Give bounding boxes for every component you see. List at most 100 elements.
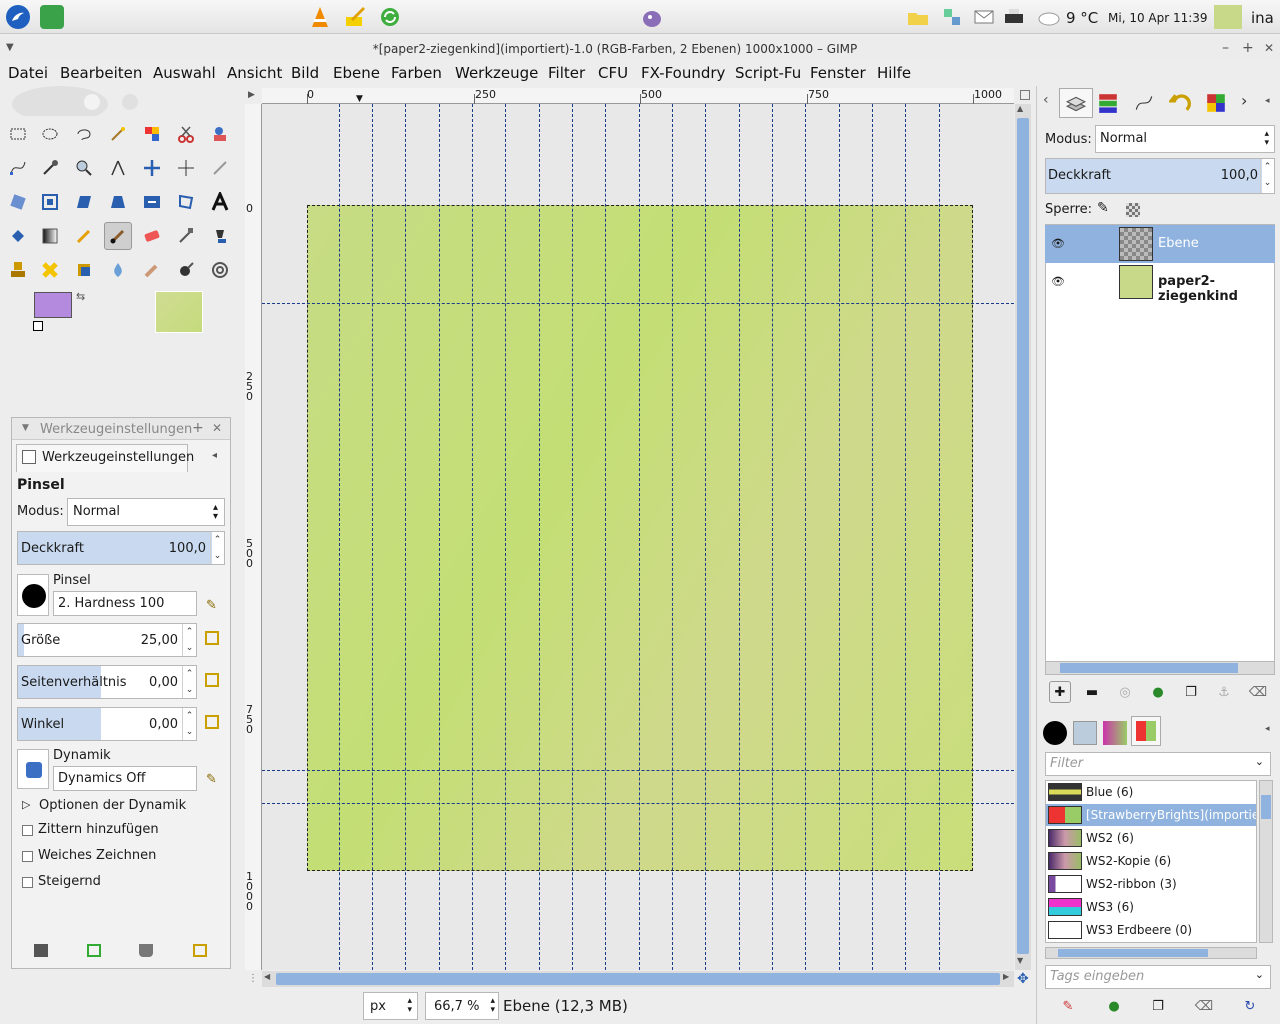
paintbrush-tool-icon[interactable] bbox=[104, 222, 132, 250]
image-canvas[interactable] bbox=[307, 205, 973, 871]
cage-tool-icon[interactable] bbox=[172, 188, 200, 216]
mode-select[interactable]: Normal ▴ ▾ bbox=[67, 498, 225, 526]
text-tool-icon[interactable] bbox=[206, 188, 234, 216]
channels-tab-icon[interactable] bbox=[1097, 92, 1119, 118]
guide-vertical[interactable] bbox=[739, 104, 740, 970]
eraser-tool-icon[interactable] bbox=[138, 222, 166, 250]
save-options-icon[interactable] bbox=[34, 944, 48, 957]
aspect-ratio-spin[interactable]: ⌃ ⌄ bbox=[182, 666, 196, 698]
horizontal-scroll-thumb[interactable] bbox=[276, 973, 1000, 985]
horizontal-ruler[interactable]: 0 250 500 750 1000 ▼ bbox=[262, 88, 1014, 104]
palettes-vscrollbar[interactable] bbox=[1259, 780, 1273, 943]
size-spin[interactable]: ⌃ ⌄ bbox=[182, 624, 196, 656]
app-launcher-icon[interactable] bbox=[40, 5, 64, 29]
jitter-checkbox[interactable] bbox=[22, 825, 33, 836]
color-tab-icon[interactable] bbox=[1205, 92, 1227, 118]
palettes-hscroll-thumb[interactable] bbox=[1058, 949, 1208, 957]
update-icon[interactable] bbox=[378, 5, 402, 29]
color-picker-tool-icon[interactable] bbox=[36, 154, 64, 182]
vlc-icon[interactable] bbox=[308, 5, 332, 29]
clock[interactable]: Mi, 10 Apr 11:39 bbox=[1108, 11, 1208, 25]
guide-vertical[interactable] bbox=[372, 104, 373, 970]
perspective-tool-icon[interactable] bbox=[104, 188, 132, 216]
collapse-icon[interactable]: ▼ bbox=[22, 423, 29, 433]
menu-fenster[interactable]: Fenster bbox=[810, 64, 866, 82]
dynamics-options-expander[interactable]: Optionen der Dynamik bbox=[39, 798, 186, 813]
brushes-tab-icon[interactable] bbox=[1043, 721, 1067, 745]
palette-item[interactable]: [StrawberryBrights](importie bbox=[1046, 804, 1256, 826]
raise-layer-icon[interactable]: ◎ bbox=[1114, 681, 1136, 703]
zoom-select[interactable]: 66,7 % ▴ ▾ bbox=[425, 992, 499, 1020]
guide-vertical[interactable] bbox=[672, 104, 673, 970]
palettes-vscroll-thumb[interactable] bbox=[1261, 795, 1271, 819]
new-palette-icon[interactable]: ● bbox=[1103, 995, 1125, 1017]
angle-reset-icon[interactable] bbox=[205, 715, 219, 729]
guide-vertical[interactable] bbox=[639, 104, 640, 970]
move-tool-icon[interactable] bbox=[138, 154, 166, 182]
palette-item[interactable]: WS3 (6) bbox=[1046, 896, 1256, 918]
filter-dropdown-icon[interactable]: ⌄ bbox=[1255, 755, 1264, 768]
menu-werkzeuge[interactable]: Werkzeuge bbox=[455, 64, 538, 82]
pidgin-icon[interactable] bbox=[640, 5, 664, 29]
layer-row[interactable]: 👁 paper2-ziegenkind bbox=[1045, 263, 1275, 304]
folder-icon[interactable] bbox=[906, 5, 930, 29]
guide-vertical[interactable] bbox=[939, 104, 940, 970]
menu-bild[interactable]: Bild bbox=[291, 64, 319, 82]
incremental-checkbox[interactable] bbox=[22, 877, 33, 888]
tab-palettes[interactable] bbox=[1131, 716, 1161, 746]
scroll-right-icon[interactable]: ▶ bbox=[1003, 972, 1009, 981]
menu-hilfe[interactable]: Hilfe bbox=[877, 64, 911, 82]
guide-horizontal[interactable] bbox=[262, 303, 1014, 304]
shear-tool-icon[interactable] bbox=[70, 188, 98, 216]
paths-tool-icon[interactable] bbox=[4, 154, 32, 182]
layers-hscrollbar[interactable] bbox=[1045, 661, 1275, 675]
aspect-ratio-slider[interactable]: Seitenverhältnis 0,00 ⌃ ⌄ bbox=[17, 665, 197, 699]
palettes-tab-menu-icon[interactable]: ◂ bbox=[1265, 724, 1270, 734]
menu-bearbeiten[interactable]: Bearbeiten bbox=[60, 64, 142, 82]
align-tool-icon[interactable] bbox=[172, 154, 200, 182]
aspect-ratio-reset-icon[interactable] bbox=[205, 673, 219, 687]
anchor-layer-icon[interactable]: ⚓ bbox=[1213, 681, 1235, 703]
layer-mode-select[interactable]: Normal ▴ ▾ bbox=[1095, 125, 1275, 153]
pattern-preview[interactable] bbox=[155, 291, 203, 333]
tabs-scroll-left-icon[interactable]: ‹ bbox=[1043, 92, 1049, 108]
guide-vertical[interactable] bbox=[439, 104, 440, 970]
palette-item[interactable]: WS3 Erdbeere (0) bbox=[1046, 919, 1256, 941]
expander-arrow-icon[interactable]: ▷ bbox=[22, 798, 30, 811]
palettes-hscrollbar[interactable] bbox=[1045, 947, 1257, 959]
guide-vertical[interactable] bbox=[872, 104, 873, 970]
menu-ansicht[interactable]: Ansicht bbox=[227, 64, 282, 82]
guide-horizontal[interactable] bbox=[262, 803, 1014, 804]
menu-ebene[interactable]: Ebene bbox=[333, 64, 380, 82]
lock-alpha-icon[interactable] bbox=[1126, 203, 1140, 217]
palette-item[interactable]: WS2 (6) bbox=[1046, 827, 1256, 849]
delete-layer-icon[interactable]: ⌫ bbox=[1247, 681, 1269, 703]
reset-options-icon[interactable] bbox=[193, 944, 207, 957]
layer-visibility-icon[interactable]: 👁 bbox=[1051, 275, 1065, 288]
user-avatar[interactable] bbox=[1214, 5, 1242, 29]
dynamics-name-field[interactable]: Dynamics Off bbox=[53, 766, 197, 791]
scroll-left-icon[interactable]: ◀ bbox=[264, 972, 270, 981]
maximize-button[interactable]: + bbox=[1242, 40, 1254, 56]
mail-icon[interactable] bbox=[972, 5, 996, 29]
menu-fx-foundry[interactable]: FX-Foundry bbox=[641, 64, 725, 82]
size-slider[interactable]: Größe 25,00 ⌃ ⌄ bbox=[17, 623, 197, 657]
menu-datei[interactable]: Datei bbox=[8, 64, 48, 82]
vertical-scroll-thumb[interactable] bbox=[1017, 118, 1029, 954]
guide-vertical[interactable] bbox=[805, 104, 806, 970]
guide-vertical[interactable] bbox=[605, 104, 606, 970]
minimize-button[interactable]: – bbox=[1222, 40, 1229, 56]
dodge-burn-tool-icon[interactable] bbox=[172, 256, 200, 284]
palette-filter-input[interactable]: Filter ⌄ bbox=[1045, 752, 1271, 776]
guide-vertical[interactable] bbox=[405, 104, 406, 970]
rotate-tool-icon[interactable] bbox=[4, 188, 32, 216]
swap-colors-icon[interactable]: ⇆ bbox=[76, 290, 85, 303]
ink-tool-icon[interactable] bbox=[206, 222, 234, 250]
printer-icon[interactable] bbox=[1002, 5, 1026, 29]
guide-vertical[interactable] bbox=[505, 104, 506, 970]
measure-tool-icon[interactable] bbox=[104, 154, 132, 182]
delete-palette-icon[interactable]: ⌫ bbox=[1193, 995, 1215, 1017]
lock-pixels-icon[interactable]: ✎ bbox=[1097, 200, 1109, 216]
tabs-scroll-right-icon[interactable]: › bbox=[1241, 91, 1247, 110]
clone-tool-icon[interactable] bbox=[4, 256, 32, 284]
